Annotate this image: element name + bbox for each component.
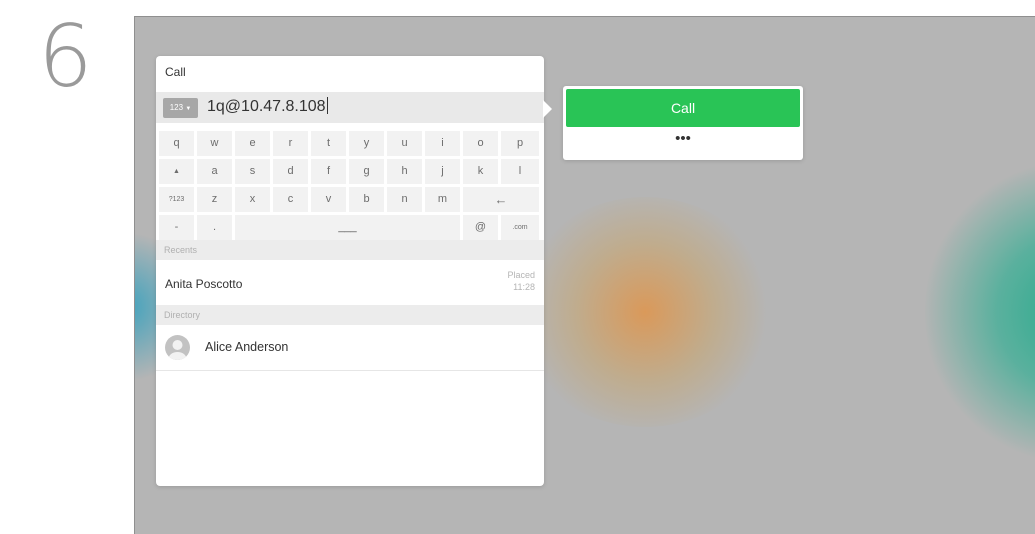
panel-title: Call [165, 65, 186, 79]
key-t[interactable]: t [311, 131, 346, 156]
recent-status-time: 11:28 [513, 282, 535, 292]
avatar [165, 335, 190, 360]
key-y[interactable]: y [349, 131, 384, 156]
keyboard-row-1: q w e r t y u i o p [156, 131, 544, 156]
recent-call-status: Placed 11:28 [507, 269, 535, 293]
key-period[interactable]: . [197, 215, 232, 240]
key-space[interactable]: ___ [235, 215, 460, 240]
key-v[interactable]: v [311, 187, 346, 212]
key-dash[interactable]: - [159, 215, 194, 240]
key-d[interactable]: d [273, 159, 308, 184]
key-backspace[interactable]: ← [463, 187, 539, 212]
more-options-button[interactable]: ••• [566, 130, 800, 157]
person-icon [168, 340, 187, 360]
key-s[interactable]: s [235, 159, 270, 184]
panel-pointer [543, 100, 552, 118]
key-c[interactable]: c [273, 187, 308, 212]
key-shift[interactable]: ▲ [159, 159, 194, 184]
key-w[interactable]: w [197, 131, 232, 156]
key-m[interactable]: m [425, 187, 460, 212]
background-glow-green [925, 147, 1035, 477]
key-n[interactable]: n [387, 187, 422, 212]
key-q[interactable]: q [159, 131, 194, 156]
directory-item[interactable]: Alice Anderson [156, 325, 544, 371]
key-k[interactable]: k [463, 159, 498, 184]
call-actions-panel: Call ••• [563, 86, 803, 160]
key-g[interactable]: g [349, 159, 384, 184]
video-screen: Call 123 ▼ 1q@10.47.8.108 q w e r t y u … [134, 16, 1035, 534]
recent-item[interactable]: Anita Poscotto Placed 11:28 [156, 260, 544, 305]
key-j[interactable]: j [425, 159, 460, 184]
mode-label: 123 [169, 103, 184, 112]
call-button[interactable]: Call [566, 89, 800, 127]
key-h[interactable]: h [387, 159, 422, 184]
key-symbols[interactable]: ?123 [159, 187, 194, 212]
key-r[interactable]: r [273, 131, 308, 156]
key-z[interactable]: z [197, 187, 232, 212]
key-a[interactable]: a [197, 159, 232, 184]
keyboard-row-3: ?123 z x c v b n m ← [156, 187, 544, 212]
dial-input[interactable]: 1q@10.47.8.108 [207, 96, 328, 118]
keyboard-mode-dropdown[interactable]: 123 ▼ [163, 98, 198, 118]
step-number: 6 [38, 7, 93, 107]
recent-contact-name: Anita Poscotto [165, 277, 243, 291]
key-o[interactable]: o [463, 131, 498, 156]
key-f[interactable]: f [311, 159, 346, 184]
key-e[interactable]: e [235, 131, 270, 156]
key-i[interactable]: i [425, 131, 460, 156]
background-glow-orange [515, 197, 775, 427]
key-p[interactable]: p [501, 131, 539, 156]
key-u[interactable]: u [387, 131, 422, 156]
key-dot-com[interactable]: .com [501, 215, 539, 240]
recent-status-label: Placed [507, 270, 535, 280]
directory-heading: Directory [156, 305, 544, 325]
keyboard-row-2: ▲ a s d f g h j k l [156, 159, 544, 184]
dial-panel: Call 123 ▼ 1q@10.47.8.108 q w e r t y u … [156, 56, 544, 486]
text-caret [326, 97, 328, 114]
key-at[interactable]: @ [463, 215, 498, 240]
directory-contact-name: Alice Anderson [205, 340, 289, 354]
key-b[interactable]: b [349, 187, 384, 212]
keyboard-row-4: - . ___ @ .com [156, 215, 544, 240]
key-x[interactable]: x [235, 187, 270, 212]
recents-heading: Recents [156, 240, 544, 260]
chevron-down-icon: ▼ [185, 106, 192, 112]
key-l[interactable]: l [501, 159, 539, 184]
dial-input-value: 1q@10.47.8.108 [207, 98, 326, 115]
dial-input-row[interactable]: 123 ▼ 1q@10.47.8.108 [156, 92, 544, 123]
